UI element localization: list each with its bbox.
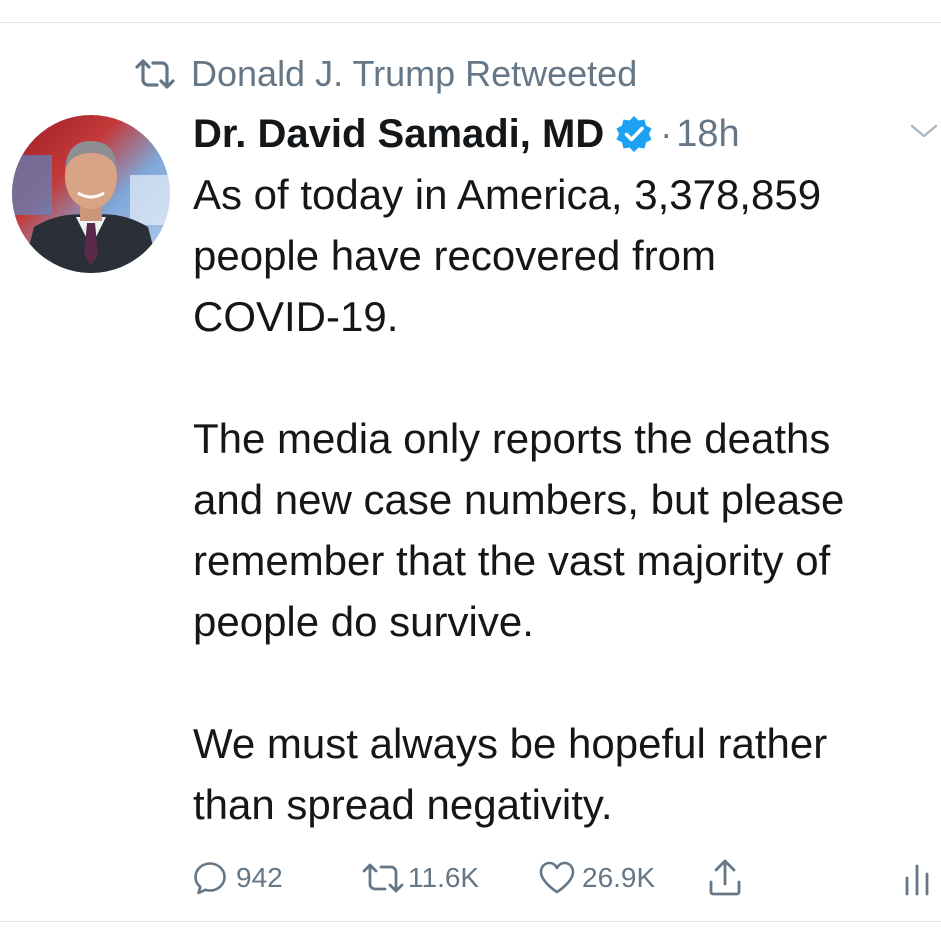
heart-icon [539,861,575,894]
reply-button[interactable]: 942 [192,853,283,903]
like-button[interactable]: 26.9K [538,853,655,903]
avatar-image [12,115,170,273]
tweet-timestamp[interactable]: 18h [676,113,739,156]
like-count: 26.9K [582,862,656,893]
analytics-button[interactable] [902,853,932,903]
avatar[interactable] [12,115,170,273]
meta-separator: · [660,113,673,154]
tweet-header: Dr. David Samadi, MD · 18h [193,108,740,160]
retweet-context-label[interactable]: Donald J. Trump Retweeted [191,53,637,95]
author-name[interactable]: Dr. David Samadi, MD [193,112,604,157]
retweet-button[interactable]: 11.6K [360,853,479,903]
reply-icon [194,862,226,895]
chevron-down-icon[interactable] [909,118,939,144]
reply-count: 942 [236,862,283,893]
verified-badge-icon [616,116,652,152]
share-icon [709,859,741,896]
top-divider [0,22,941,23]
retweet-count: 11.6K [408,862,480,893]
tweet-paragraph: As of today in America, 3,378,859 people… [193,171,822,340]
retweet-context: Donald J. Trump Retweeted [133,53,637,95]
tweet-paragraph: We must always be hopeful rather than sp… [193,720,828,828]
tweet-actions: 942 11.6K 26.9K [192,853,932,903]
retweet-icon [135,59,175,89]
retweet-icon [362,863,404,893]
analytics-icon [905,864,929,896]
bottom-divider [0,921,941,922]
tweet-paragraph: The media only reports the deaths and ne… [193,415,845,645]
share-button[interactable] [706,853,744,903]
tweet-text: As of today in America, 3,378,859 people… [193,164,933,835]
